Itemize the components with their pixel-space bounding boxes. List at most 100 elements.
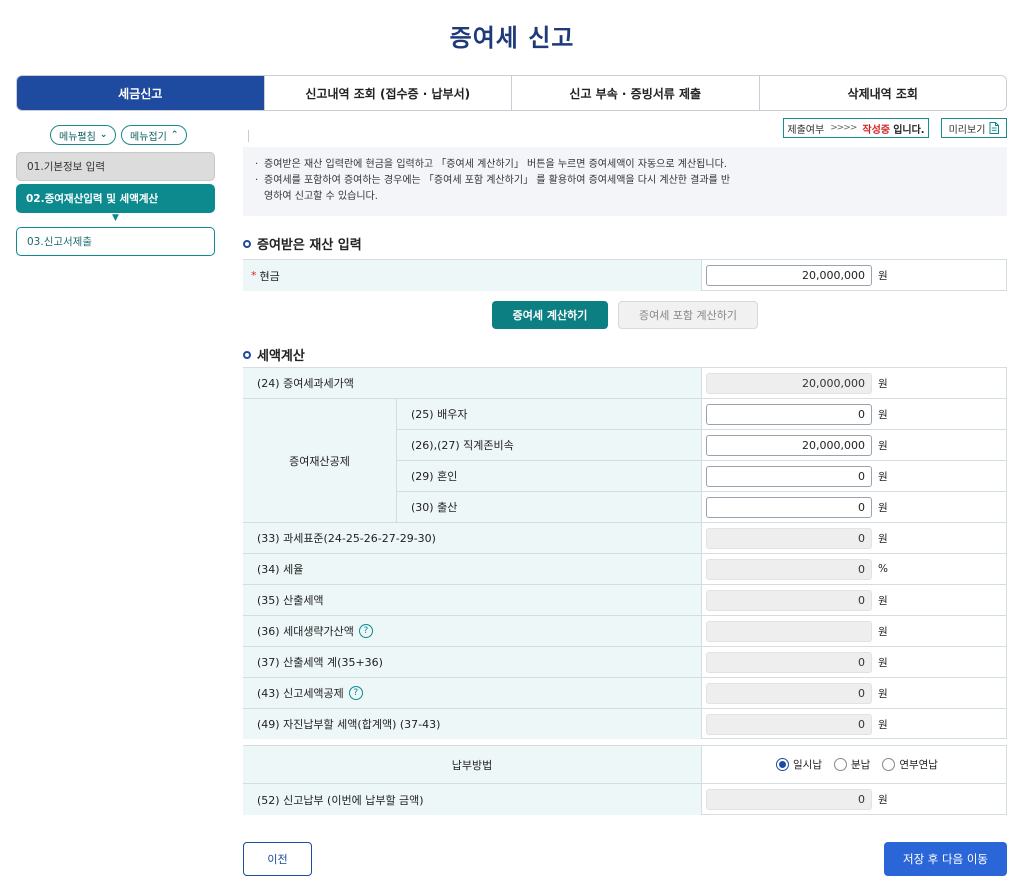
- row-value-cell: 20,000,000 원: [701, 430, 1007, 460]
- radio-annual-installment[interactable]: 연부연납: [882, 757, 938, 772]
- tab-attachments[interactable]: 신고 부속 · 증빙서류 제출: [511, 76, 759, 110]
- page-title: 증여세 신고: [449, 24, 575, 52]
- document-icon: [989, 122, 1000, 134]
- row-label: (24) 증여세과세가액: [243, 368, 701, 398]
- calc-row-30: (30) 출산 0 원: [397, 491, 1007, 522]
- step-property-calc[interactable]: 02.증여재산입력 및 세액계산: [16, 184, 215, 213]
- row-label: (49) 자진납부할 세액(합계액) (37-43): [243, 709, 701, 739]
- step-arrow-down-icon: ▼: [112, 213, 119, 223]
- calc-row-37: (37) 산출세액 계(35+36) 0 원: [243, 646, 1007, 677]
- submission-status: 제출여부 >>>> 작성중 입니다.: [783, 118, 929, 138]
- notice-box: 증여받은 재산 입력란에 현금을 입력하고 「증여세 계산하기」 버튼을 누르면…: [243, 147, 1007, 216]
- unit-label: 원: [878, 532, 888, 545]
- status-suffix: 입니다.: [893, 124, 925, 136]
- unit-label: 원: [878, 594, 888, 607]
- menu-expand-label: 메뉴펼침: [59, 131, 96, 143]
- row-label: (35) 산출세액: [243, 585, 701, 615]
- row-label: (26),(27) 직계존비속: [397, 430, 701, 460]
- marriage-deduction-input[interactable]: 0: [706, 465, 872, 487]
- row-value-cell: 0 원: [701, 523, 1007, 553]
- row-label-text: (36) 세대생략가산액: [257, 625, 354, 638]
- cash-label: * 현금: [243, 260, 701, 291]
- unit-label: 원: [878, 501, 888, 514]
- help-icon[interactable]: ?: [358, 624, 373, 638]
- row-label: (33) 과세표준(24-25-26-27-29-30): [243, 523, 701, 553]
- unit-label: 원: [878, 270, 888, 282]
- generation-skip-field: [706, 620, 872, 642]
- cash-input[interactable]: 20,000,000: [706, 265, 872, 286]
- calc-row-33: (33) 과세표준(24-25-26-27-29-30) 0 원: [243, 522, 1007, 553]
- radio-lump-sum-label: 일시납: [793, 759, 822, 771]
- self-payment-field: 0: [706, 713, 872, 735]
- row-label-text: (43) 신고세액공제: [257, 687, 344, 700]
- menu-collapse-label: 메뉴접기: [130, 131, 167, 143]
- unit-label: 원: [878, 718, 888, 731]
- tab-report-history[interactable]: 신고내역 조회 (접수증 · 납부서): [263, 76, 511, 110]
- unit-label: 원: [878, 408, 888, 421]
- unit-label: 원: [878, 470, 888, 483]
- save-next-button[interactable]: 저장 후 다음 이동: [884, 842, 1007, 876]
- calc-row-49: (49) 자진납부할 세액(합계액) (37-43) 0 원: [243, 708, 1007, 739]
- chevron-down-icon: ⌄: [99, 130, 108, 140]
- unit-label: 원: [878, 625, 888, 638]
- preview-button[interactable]: 미리보기: [941, 118, 1007, 138]
- calculate-gift-tax-button[interactable]: 증여세 계산하기: [492, 301, 608, 329]
- cash-value-cell: 20,000,000 원: [701, 260, 1007, 291]
- payment-method-label: 납부방법: [243, 746, 701, 783]
- radio-installment[interactable]: 분납: [833, 757, 871, 772]
- radio-installment-label: 분납: [850, 759, 871, 771]
- radio-lump-sum[interactable]: 일시납: [776, 757, 822, 772]
- calc-row-35: (35) 산출세액 0 원: [243, 584, 1007, 615]
- tab-tax-report[interactable]: 세금신고: [17, 76, 264, 110]
- help-icon[interactable]: ?: [348, 686, 363, 700]
- calculate-including-tax-button[interactable]: 증여세 포함 계산하기: [618, 301, 758, 329]
- row-label: (43) 신고세액공제 ?: [243, 678, 701, 708]
- birth-deduction-input[interactable]: 0: [706, 496, 872, 518]
- radio-annual-installment-label: 연부연납: [899, 759, 938, 771]
- section-calc-title: 세액계산: [243, 345, 305, 364]
- row-label: (29) 혼인: [397, 461, 701, 491]
- radio-annual-installment-circle[interactable]: [882, 758, 896, 771]
- unit-label: 원: [878, 794, 888, 806]
- row-value-cell: 0 원: [701, 709, 1007, 739]
- divider: [248, 130, 249, 142]
- payment-method-row: 납부방법 일시납 분납 연부연납: [243, 745, 1007, 783]
- payment-amount-field: 0: [706, 789, 872, 810]
- row-value-cell: 0 원: [701, 678, 1007, 708]
- unit-label: 원: [878, 656, 888, 669]
- spouse-deduction-input[interactable]: 0: [706, 403, 872, 425]
- row-value-cell: 0 원: [701, 399, 1007, 429]
- payment-radio-group: 일시납 분납 연부연납: [706, 757, 938, 772]
- row-value-cell: 원: [701, 616, 1007, 646]
- main-tabs: 세금신고 신고내역 조회 (접수증 · 납부서) 신고 부속 · 증빙서류 제출…: [16, 75, 1007, 111]
- unit-label: 원: [878, 439, 888, 452]
- calc-row-34: (34) 세율 0 %: [243, 553, 1007, 584]
- step-basic-info[interactable]: 01.기본정보 입력: [16, 152, 215, 181]
- row-label: (25) 배우자: [397, 399, 701, 429]
- calc-row-36: (36) 세대생략가산액 ? 원: [243, 615, 1007, 646]
- payment-amount-row: (52) 신고납부 (이번에 납부할 금액) 0 원: [243, 783, 1007, 815]
- required-mark: *: [251, 269, 257, 282]
- status-label: 제출여부: [787, 124, 825, 136]
- calc-row-24: (24) 증여세과세가액 20,000,000 원: [243, 367, 1007, 398]
- unit-label: 원: [878, 687, 888, 700]
- menu-expand-button[interactable]: 메뉴펼침 ⌄: [50, 125, 117, 145]
- step-submit[interactable]: 03.신고서제출: [16, 227, 215, 256]
- row-label: (52) 신고납부 (이번에 납부할 금액): [243, 784, 701, 815]
- previous-button[interactable]: 이전: [243, 842, 312, 876]
- lineal-deduction-input[interactable]: 20,000,000: [706, 434, 872, 456]
- computed-tax-field: 0: [706, 589, 872, 611]
- radio-installment-circle[interactable]: [833, 758, 847, 771]
- calc-row-43: (43) 신고세액공제 ? 0 원: [243, 677, 1007, 708]
- unit-label: 원: [878, 377, 888, 390]
- row-value-cell: 0 %: [701, 554, 1007, 584]
- calc-row-29: (29) 혼인 0 원: [397, 460, 1007, 491]
- status-state: 작성중: [862, 124, 890, 136]
- row-value-cell: 0 원: [701, 585, 1007, 615]
- radio-lump-sum-circle[interactable]: [776, 758, 789, 771]
- notice-line-1: 증여받은 재산 입력란에 현금을 입력하고 「증여세 계산하기」 버튼을 누르면…: [255, 157, 995, 173]
- tab-deleted-history[interactable]: 삭제내역 조회: [758, 76, 1006, 110]
- section-calc-title-text: 세액계산: [257, 349, 305, 364]
- row-value-cell: 0 원: [701, 461, 1007, 491]
- menu-collapse-button[interactable]: 메뉴접기 ⌃: [121, 125, 188, 145]
